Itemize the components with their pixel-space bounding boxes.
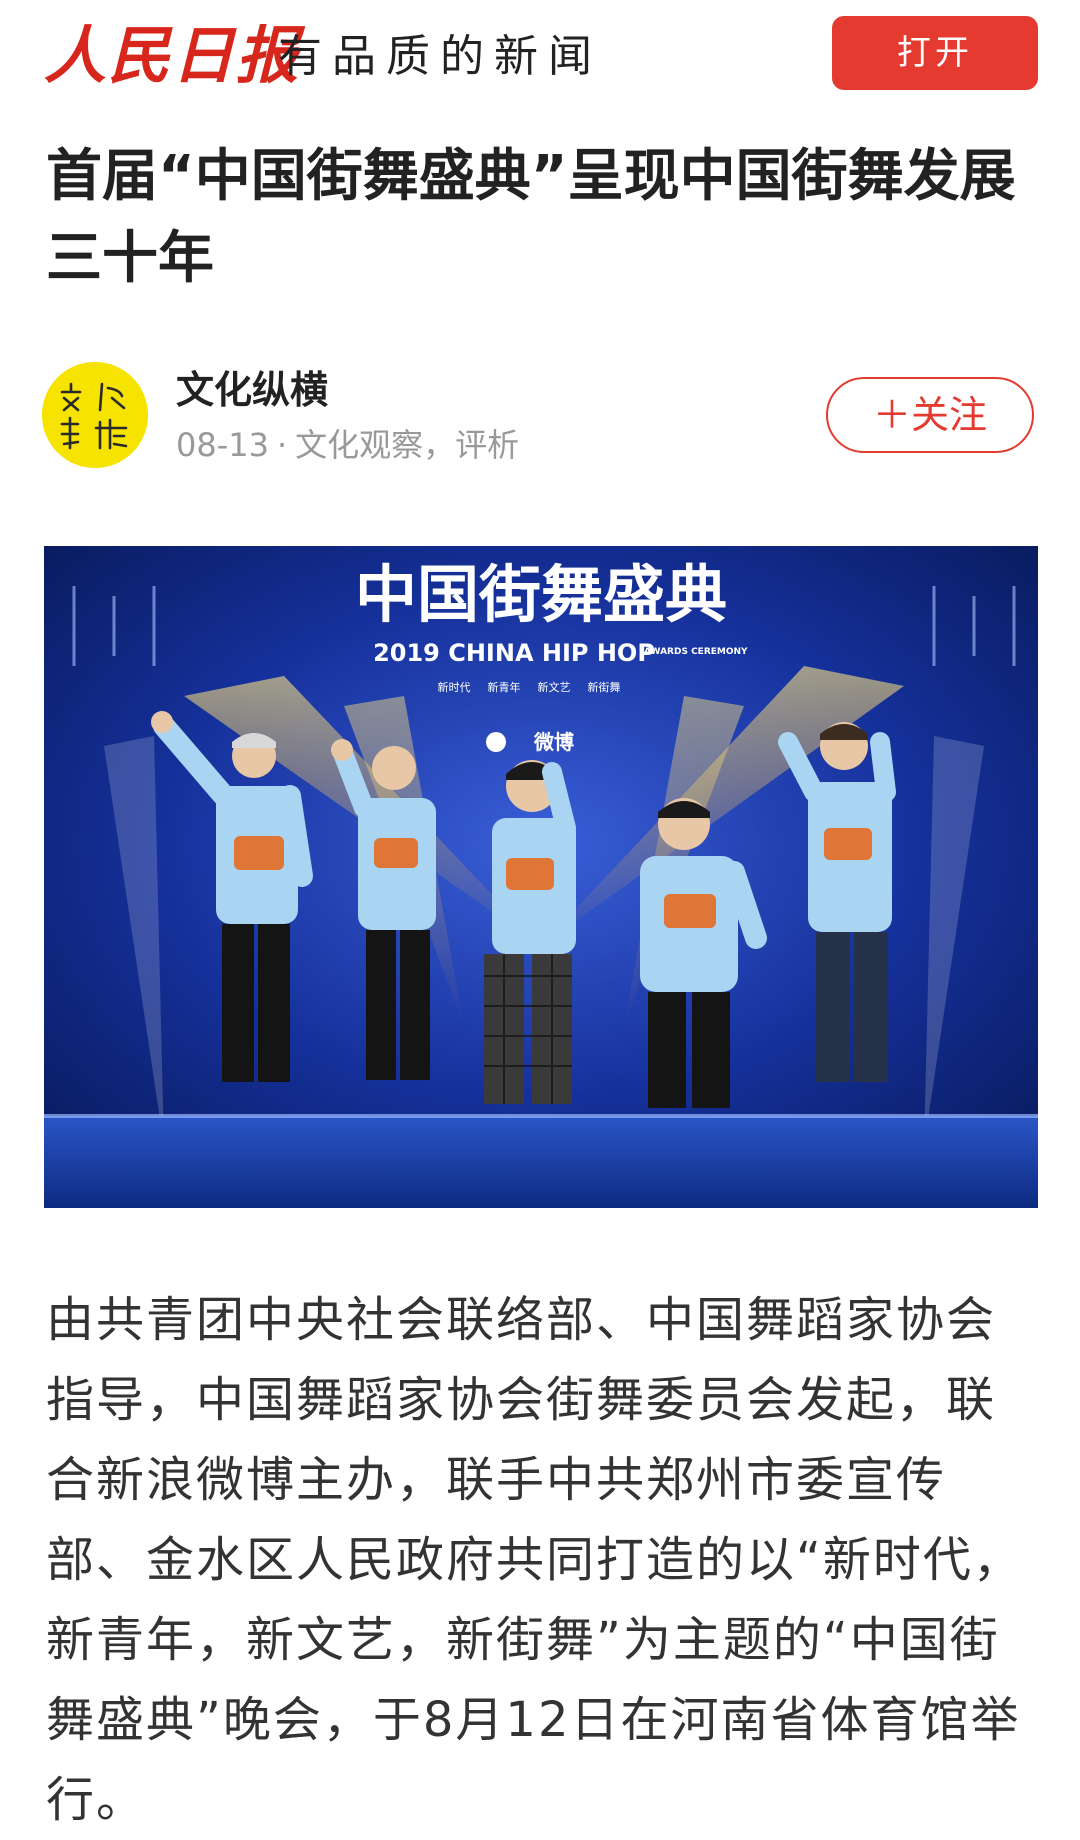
article-meta: 08-13 · 文化观察，评析 [176,424,519,466]
banner-title: 中国街舞盛典 [355,558,727,631]
stage-photo: 中国街舞盛典 2019 CHINA HIP HOP AWARDS CEREMON… [44,546,1038,1208]
open-app-button[interactable]: 打开 [832,16,1038,90]
people-daily-logo: 人民日报 [44,19,301,92]
follow-button[interactable]: ＋关注 [826,377,1034,453]
weibo-icon [486,732,506,752]
banner-partner: 微博 [533,730,574,754]
article-hero-image[interactable]: 中国街舞盛典 2019 CHINA HIP HOP AWARDS CEREMON… [44,546,1038,1208]
author-avatar-glyphs [42,362,148,468]
banner-awards: AWARDS CEREMONY [644,647,748,657]
author-avatar[interactable] [42,362,148,468]
article-category: 文化观察，评析 [295,426,520,464]
banner-tag: 新青年 [488,680,521,694]
banner-tag: 新文艺 [538,680,571,694]
publish-date: 08-13 [176,426,269,464]
banner-subtitle: 2019 CHINA HIP HOP [373,639,655,667]
meta-separator: · [276,426,288,464]
article-body: 由共青团中央社会联络部、中国舞蹈家协会指导，中国舞蹈家协会街舞委员会发起，联合新… [46,1292,1023,1828]
article-title: 首届“中国街舞盛典”呈现中国街舞发展三十年 [46,144,1016,291]
banner-tag: 新街舞 [588,680,621,694]
author-name[interactable]: 文化纵横 [176,366,328,414]
app-header: 人民日报 有品质的新闻 打开 [0,0,1080,110]
banner-tag: 新时代 [438,680,471,694]
header-slogan: 有品质的新闻 [278,31,602,82]
